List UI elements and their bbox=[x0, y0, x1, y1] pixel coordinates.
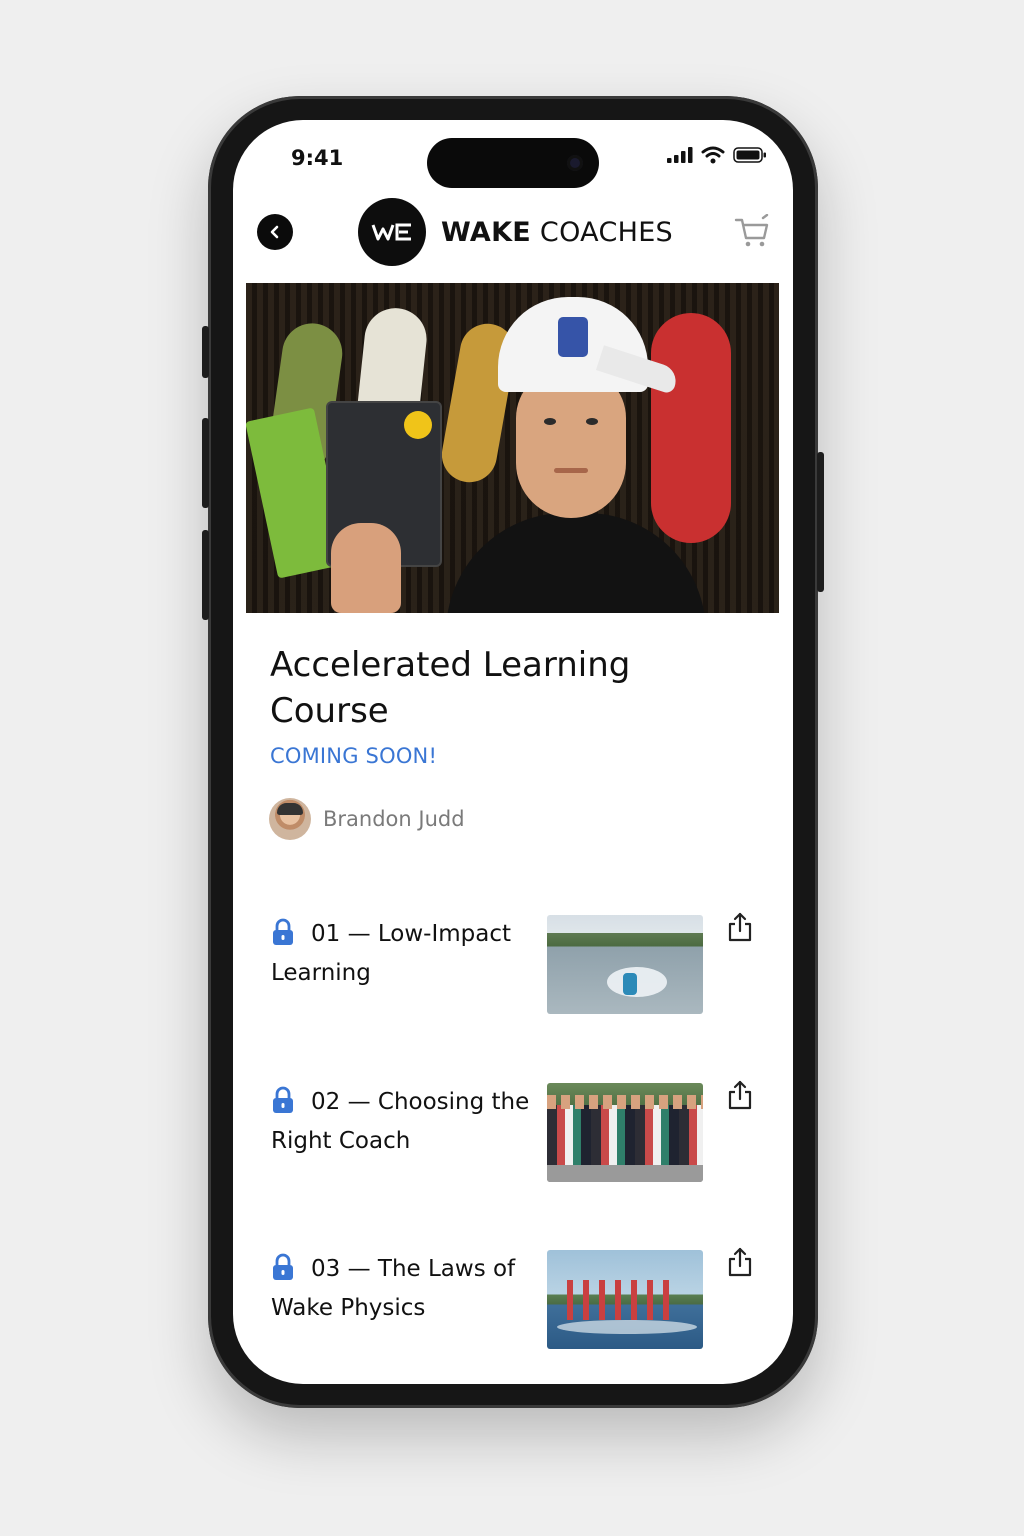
volume-down-button bbox=[202, 530, 209, 620]
lesson-title: 01 — Low-Impact Learning bbox=[271, 921, 512, 986]
dynamic-island bbox=[427, 138, 599, 188]
lesson-title: 02 — Choosing the Right Coach bbox=[271, 1089, 530, 1154]
share-icon[interactable] bbox=[727, 911, 753, 943]
back-button[interactable] bbox=[257, 214, 293, 250]
avatar bbox=[269, 798, 311, 840]
coming-soon-badge: COMING SOON! bbox=[270, 744, 438, 768]
mute-switch bbox=[202, 326, 209, 378]
brand-name: WAKE COACHES bbox=[441, 217, 673, 248]
power-button bbox=[817, 452, 824, 592]
phone-frame: 9:41 WAKE COACHES Accelerated Learning C… bbox=[202, 96, 824, 1408]
app-screen: 9:41 WAKE COACHES Accelerated Learning C… bbox=[233, 120, 793, 1384]
battery-icon bbox=[733, 147, 766, 163]
lesson-item-02[interactable]: 02 — Choosing the Right Coach bbox=[233, 1080, 793, 1193]
wc-logo-icon bbox=[371, 223, 411, 241]
status-icons bbox=[667, 146, 767, 164]
lesson-title: 03 — The Laws of Wake Physics bbox=[271, 1256, 516, 1321]
course-hero-image[interactable] bbox=[246, 283, 779, 613]
author-row[interactable]: Brandon Judd bbox=[269, 798, 465, 840]
brand-bold: WAKE bbox=[441, 216, 532, 248]
signal-icon bbox=[667, 147, 693, 163]
share-icon[interactable] bbox=[727, 1246, 753, 1278]
chevron-left-icon bbox=[270, 225, 279, 239]
brand-light: COACHES bbox=[531, 216, 673, 248]
lesson-thumbnail[interactable] bbox=[547, 915, 703, 1014]
lesson-item-03[interactable]: 03 — The Laws of Wake Physics bbox=[233, 1247, 793, 1360]
lesson-thumbnail[interactable] bbox=[547, 1083, 703, 1182]
hand bbox=[331, 523, 401, 613]
cart-button[interactable] bbox=[733, 213, 771, 254]
brand-logo[interactable]: WAKE COACHES bbox=[358, 198, 673, 266]
status-time: 9:41 bbox=[291, 146, 344, 170]
lesson-thumbnail[interactable] bbox=[547, 1250, 703, 1349]
cart-icon bbox=[734, 213, 769, 247]
share-icon[interactable] bbox=[727, 1079, 753, 1111]
course-title: Accelerated Learning Course bbox=[270, 645, 631, 731]
volume-up-button bbox=[202, 418, 209, 508]
wakeboard-red bbox=[651, 313, 731, 543]
lesson-item-01[interactable]: 01 — Low-Impact Learning bbox=[233, 912, 793, 1025]
author-name: Brandon Judd bbox=[323, 807, 465, 831]
wifi-icon bbox=[701, 146, 725, 164]
logo-mark bbox=[358, 198, 426, 266]
